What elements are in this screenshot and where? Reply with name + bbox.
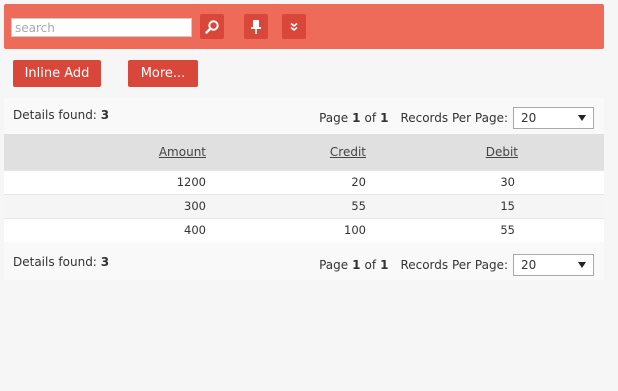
column-header-amount[interactable]: Amount (4, 134, 214, 170)
page-current: 1 (352, 258, 361, 272)
cell-debit: 15 (400, 193, 540, 218)
pager-bottom: Page 1 of 1 Records Per Page: 20 (319, 254, 594, 276)
cell-amount: 300 (4, 193, 214, 218)
data-table: Amount Credit Debit 1200 20 30 300 55 15… (4, 134, 604, 242)
grid-panel: Details found: 3 Page 1 of 1 Records Per… (4, 98, 604, 280)
table-header-row: Amount Credit Debit (4, 134, 604, 170)
cell-debit: 55 (400, 217, 540, 242)
more-button[interactable]: More... (128, 60, 198, 87)
page-current: 1 (352, 111, 361, 125)
cell-credit: 100 (214, 217, 400, 242)
details-found-bottom: Details found: 3 (13, 255, 110, 269)
expand-button[interactable] (282, 14, 306, 39)
table-row[interactable]: 400 100 55 (4, 217, 604, 242)
chevron-down-icon (578, 262, 586, 268)
double-chevron-down-icon (290, 22, 298, 31)
cell-amount: 400 (4, 217, 214, 242)
chevron-down-icon (578, 115, 586, 121)
records-per-page-select[interactable]: 20 (513, 107, 594, 129)
pin-icon (251, 19, 261, 34)
cell-debit: 30 (400, 169, 540, 194)
details-count: 3 (100, 108, 110, 122)
details-found-top: Details found: 3 (13, 108, 110, 122)
column-header-credit[interactable]: Credit (214, 134, 400, 170)
pin-button[interactable] (244, 14, 268, 39)
details-count: 3 (100, 255, 110, 269)
page-total: 1 (380, 258, 389, 272)
search-button[interactable] (200, 14, 224, 39)
inline-add-button[interactable]: Inline Add (13, 60, 101, 87)
page-total: 1 (380, 111, 389, 125)
cell-amount: 1200 (4, 169, 214, 194)
search-icon (205, 19, 219, 34)
records-per-page-select[interactable]: 20 (513, 254, 594, 276)
table-row[interactable]: 300 55 15 (4, 193, 604, 218)
table-row[interactable]: 1200 20 30 (4, 169, 604, 194)
cell-credit: 20 (214, 169, 400, 194)
pager-top: Page 1 of 1 Records Per Page: 20 (319, 107, 594, 129)
cell-credit: 55 (214, 193, 400, 218)
toolbar (4, 4, 604, 49)
search-input[interactable] (11, 18, 192, 37)
column-header-debit[interactable]: Debit (400, 134, 540, 170)
